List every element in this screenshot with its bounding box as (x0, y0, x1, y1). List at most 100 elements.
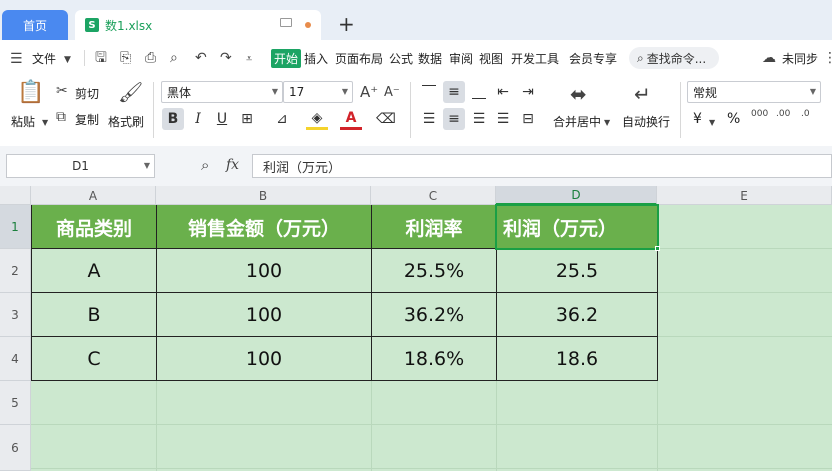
row-header-1[interactable]: 1 (0, 205, 31, 249)
row-header-5[interactable]: 5 (0, 381, 31, 425)
italic-button[interactable]: I (187, 108, 209, 130)
font-size-select[interactable]: 17 ▼ (283, 81, 353, 103)
header-cell-sales[interactable]: 销售金额（万元） (157, 205, 371, 249)
border-icon[interactable]: ⊞ (236, 108, 258, 130)
menu-developer[interactable]: 开发工具 (511, 50, 559, 67)
command-search[interactable]: ⌕ 查找命令... (629, 47, 719, 69)
row-header-3[interactable]: 3 (0, 293, 31, 337)
wrap-text-button[interactable]: 自动换行 (622, 113, 670, 130)
paste-icon[interactable]: 📋 (17, 82, 44, 104)
zoom-icon[interactable]: ⌕ (201, 158, 209, 173)
copy-icon[interactable]: ⧉ (56, 110, 66, 124)
thousands-separator-icon[interactable]: 000 (751, 110, 768, 119)
menu-start[interactable]: 开始 (271, 49, 302, 68)
save-icon[interactable]: 🖫 (95, 51, 107, 65)
column-header-e[interactable]: E (657, 186, 832, 205)
menu-membership[interactable]: 会员专享 (569, 50, 617, 67)
fill-handle[interactable] (655, 246, 660, 251)
copy-button[interactable]: 复制 (75, 111, 99, 128)
paste-button[interactable]: 粘贴 (11, 113, 35, 130)
menu-data[interactable]: 数据 (418, 50, 442, 67)
font-name-select[interactable]: 黑体 ▼ (161, 81, 283, 103)
align-middle-icon[interactable]: ≡ (443, 81, 465, 103)
format-painter-icon[interactable]: 🖌 (118, 82, 143, 102)
table-cell[interactable]: A (32, 249, 156, 293)
chevron-down-icon[interactable]: ▼ (604, 116, 610, 130)
table-cell[interactable]: B (32, 293, 156, 337)
menu-review[interactable]: 审阅 (449, 50, 473, 67)
row-header-4[interactable]: 4 (0, 337, 31, 381)
cut-button[interactable]: 剪切 (75, 85, 99, 102)
undo-icon[interactable]: ↶ (195, 51, 207, 65)
row-header-2[interactable]: 2 (0, 249, 31, 293)
align-center-icon[interactable]: ≡ (443, 108, 465, 130)
table-cell[interactable]: 18.6 (497, 337, 657, 381)
more-icon[interactable]: ⋮ (823, 51, 832, 65)
chevron-down-icon[interactable]: ▼ (42, 116, 48, 130)
table-cell[interactable]: 36.2 (497, 293, 657, 337)
menu-file[interactable]: 文件 (32, 50, 56, 67)
column-header-b[interactable]: B (156, 186, 371, 205)
table-cell[interactable]: 25.5% (372, 249, 496, 293)
table-cell[interactable]: 25.5 (497, 249, 657, 293)
chevron-down-icon[interactable]: ▼ (64, 53, 71, 67)
print-preview-icon[interactable]: ⌕ (170, 51, 178, 65)
hamburger-icon[interactable]: ☰ (10, 52, 23, 66)
bold-button[interactable]: B (162, 108, 184, 130)
column-header-d[interactable]: D (496, 186, 657, 205)
menu-view[interactable]: 视图 (479, 50, 503, 67)
align-right-icon[interactable]: ☰ (468, 108, 490, 130)
redo-icon[interactable]: ↷ (220, 51, 232, 65)
font-color-icon[interactable]: A (340, 108, 362, 130)
table-cell[interactable]: 36.2% (372, 293, 496, 337)
select-all-corner[interactable] (0, 186, 31, 205)
indent-increase-icon[interactable]: ⇥ (517, 81, 539, 103)
align-top-icon[interactable]: ⎺ (418, 81, 440, 103)
cloud-icon[interactable]: ☁ (762, 51, 776, 65)
table-cell[interactable]: 100 (157, 249, 371, 293)
tab-home[interactable]: 首页 (2, 10, 68, 40)
justify-icon[interactable]: ☰ (492, 108, 514, 130)
sync-status[interactable]: 未同步 (782, 50, 818, 67)
monitor-icon[interactable] (280, 18, 292, 27)
row-header-6[interactable]: 6 (0, 425, 31, 471)
wrap-text-icon[interactable]: ↵ (634, 84, 651, 104)
header-cell-category[interactable]: 商品类别 (32, 205, 156, 249)
table-cell[interactable]: 100 (157, 337, 371, 381)
align-left-icon[interactable]: ☰ (418, 108, 440, 130)
number-format-select[interactable]: 常规 ▼ (687, 81, 821, 103)
table-cell[interactable]: C (32, 337, 156, 381)
table-cell[interactable]: 100 (157, 293, 371, 337)
chevron-down-icon[interactable]: ▼ (709, 116, 715, 130)
menu-formulas[interactable]: 公式 (389, 50, 413, 67)
increase-font-icon[interactable]: A⁺ (360, 85, 378, 100)
new-tab-button[interactable]: + (338, 12, 355, 36)
align-bottom-icon[interactable]: ⎽ (468, 81, 490, 103)
name-box[interactable]: D1 ▼ (6, 154, 155, 178)
percent-button[interactable]: % (727, 111, 740, 127)
decrease-font-icon[interactable]: A⁻ (384, 86, 400, 100)
underline-button[interactable]: U (211, 108, 233, 130)
tab-file[interactable]: S 数1.xlsx (75, 10, 321, 40)
export-icon[interactable]: ⎘ (120, 51, 131, 65)
print-icon[interactable]: ⎙ (145, 51, 156, 65)
table-cell[interactable]: 18.6% (372, 337, 496, 381)
fill-style-icon[interactable]: ⊿ (271, 108, 293, 130)
menu-insert[interactable]: 插入 (304, 50, 328, 67)
formula-input[interactable]: 利润（万元） (252, 154, 832, 178)
header-cell-margin[interactable]: 利润率 (372, 205, 496, 249)
customize-icon[interactable]: ⩡ (246, 52, 252, 66)
column-header-a[interactable]: A (31, 186, 156, 205)
merge-center-button[interactable]: 合并居中 (553, 113, 601, 130)
currency-button[interactable]: ¥ (693, 111, 702, 127)
function-icon[interactable]: fx (226, 158, 239, 172)
fill-color-icon[interactable]: ◈ (306, 108, 328, 130)
clear-format-icon[interactable]: ⌫ (375, 108, 397, 130)
decrease-decimal-icon[interactable]: .0 (801, 110, 810, 119)
cut-icon[interactable]: ✂ (56, 84, 68, 98)
merge-cells-icon[interactable]: ⬌ (570, 84, 587, 104)
indent-decrease-icon[interactable]: ⇤ (492, 81, 514, 103)
column-header-c[interactable]: C (371, 186, 496, 205)
distributed-icon[interactable]: ⊟ (517, 108, 539, 130)
increase-decimal-icon[interactable]: .00 (776, 110, 790, 119)
